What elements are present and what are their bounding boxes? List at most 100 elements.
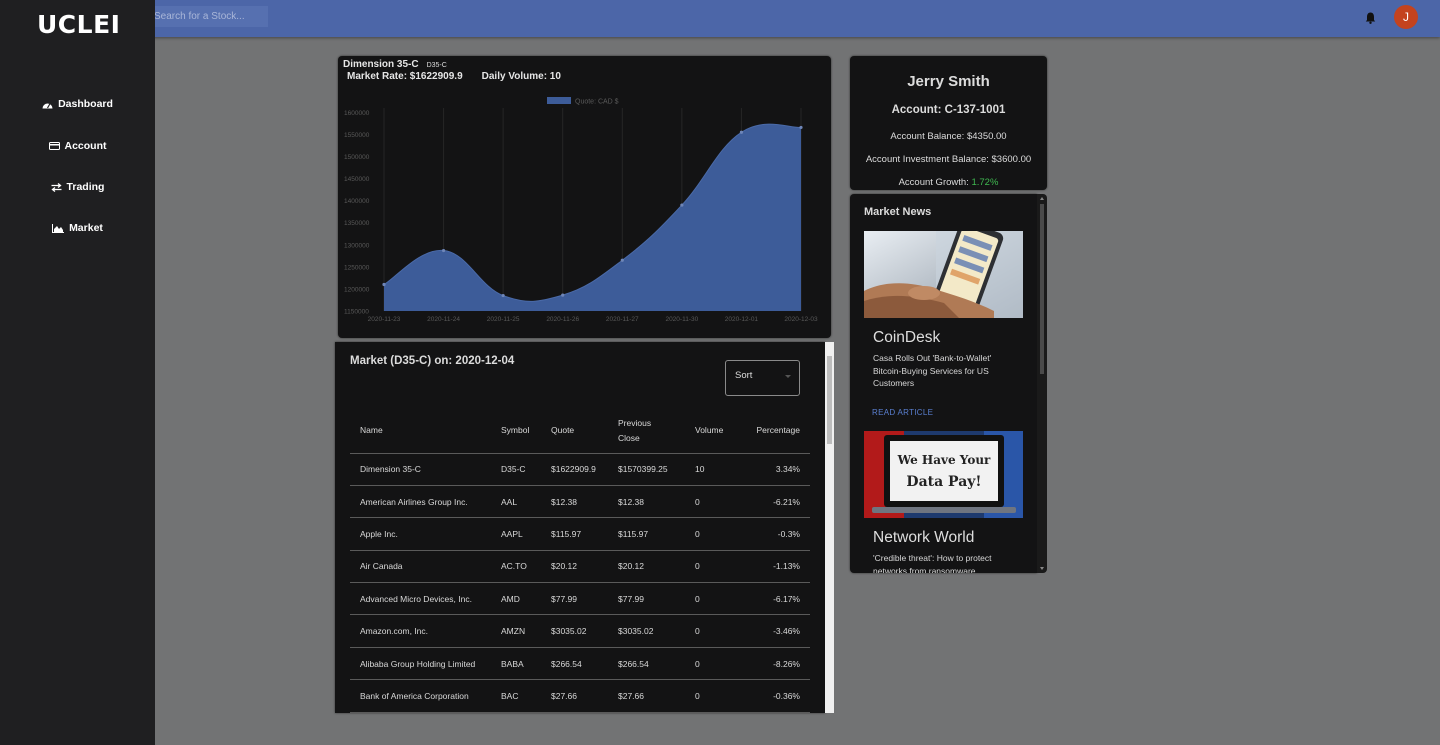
sidebar: UCLEI Dashboard Account Trading Market [0,0,155,745]
data-point [441,248,446,253]
cell-volume: 0 [695,582,745,616]
sort-select[interactable]: Sort [725,360,800,396]
x-tick-label: 2020-11-24 [427,316,460,323]
news-scrollbar[interactable] [1037,194,1047,573]
cell-name: Dimension 35-C [350,453,501,486]
cell-prev-close: $20.12 [618,550,695,584]
col-header-percentage[interactable]: Percentage [745,409,810,454]
col-header-symbol[interactable]: Symbol [501,409,551,454]
data-point [561,293,565,297]
cell-percentage: -0.3% [745,517,810,551]
cell-symbol: D35-C [501,453,551,486]
table-row[interactable]: American Airlines Group Inc. AAL $12.38 … [350,485,810,519]
col-header-name[interactable]: Name [350,409,501,454]
news-image-phone[interactable] [864,231,1023,318]
news-source: Network World [873,529,975,546]
col-header-prev-line1: Previous [618,417,652,428]
col-header-volume[interactable]: Volume [695,409,745,454]
y-tick-label: 1350000 [344,220,370,227]
news-headline: 'Credible threat': How to protect networ… [873,553,992,573]
cell-symbol: BAC [501,679,551,713]
table-row[interactable]: Air Canada AC.TO $20.12 $20.12 0 -1.13% [350,550,810,584]
table-row[interactable]: Dimension 35-C D35-C $1622909.9 $1570399… [350,453,810,486]
data-point [382,282,386,287]
app-logo: UCLEI [37,10,121,39]
market-news-title: Market News [864,206,932,218]
read-article-link[interactable]: READ ARTICLE [872,408,933,417]
market-table-title: Market (D35-C) on: 2020-12-04 [350,355,515,367]
data-point [501,293,505,298]
y-tick-label: 1400000 [344,198,370,205]
cell-quote: $115.97 [551,517,618,551]
x-tick-label: 2020-11-23 [368,316,401,323]
cell-symbol: AMD [501,582,551,616]
col-header-quote[interactable]: Quote [551,409,618,454]
cell-name: Apple Inc. [350,517,501,551]
cell-quote: $27.66 [551,679,618,713]
cell-name: American Airlines Group Inc. [350,485,501,519]
sidebar-item-trading[interactable]: Trading [0,177,155,197]
news-image-ransomware[interactable]: We Have Your Data Pay! [864,431,1023,518]
cell-symbol: AMZN [501,614,551,648]
scroll-down-icon[interactable] [1040,567,1044,570]
market-news-card: Market News CoinDesk Casa Rolls Out 'Ban… [850,194,1037,573]
sidebar-item-dashboard[interactable]: Dashboard [0,94,155,114]
cell-name: Air Canada [350,550,501,584]
table-header-row: Name Symbol Quote Previous Close Volume P… [350,409,810,454]
cell-quote: $20.12 [551,550,618,584]
account-card: Jerry Smith Account: C-137-1001 Account … [850,56,1047,190]
search-input[interactable] [150,6,268,27]
y-tick-label: 1600000 [344,110,370,117]
col-header-prev-line2: Close [618,432,640,443]
bell-icon[interactable] [1365,11,1376,29]
ransom-note-line2: Data Pay! [906,474,981,490]
scrollbar-thumb[interactable] [1040,204,1044,374]
scrollbar-thumb[interactable] [827,356,832,444]
table-row[interactable]: Alibaba Group Holding Limited BABA $266.… [350,647,810,681]
account-growth-value: 1.72% [971,177,999,188]
table-scrollbar[interactable] [825,342,834,713]
cell-percentage: -6.21% [745,485,810,519]
stock-chart-card: Dimension 35-C D35-C Market Rate: $162290… [338,56,831,338]
col-header-previous-close[interactable]: Previous Close [618,409,695,454]
sidebar-item-market[interactable]: Market [0,218,155,238]
cell-symbol: AAL [501,485,551,519]
news-source: CoinDesk [873,329,941,346]
scroll-up-icon[interactable] [1040,197,1044,200]
cell-quote: $266.54 [551,647,618,681]
account-balance: Account Balance: $4350.00 [890,131,1007,142]
y-tick-label: 1150000 [344,309,369,316]
table-row[interactable]: Apple Inc. AAPL $115.97 $115.97 0 -0.3% [350,517,810,551]
exchange-icon [50,182,62,192]
sidebar-item-account[interactable]: Account [0,136,155,156]
x-tick-label: 2020-12-01 [725,316,759,323]
table-row[interactable]: Bank of America Corporation BAC $27.66 $… [350,679,810,713]
legend-swatch [547,97,571,104]
data-point [620,258,624,262]
data-point [739,130,744,134]
cell-quote: $1622909.9 [551,453,618,486]
dashboard-icon [42,100,53,109]
table-row[interactable]: Amazon.com, Inc. AMZN $3035.02 $3035.02 … [350,614,810,648]
table-row[interactable]: Advanced Micro Devices, Inc. AMD $77.99 … [350,582,810,616]
market-table-card: Market (D35-C) on: 2020-12-04 Sort Name … [335,342,825,713]
cell-percentage: -8.26% [745,647,810,681]
account-holder-name: Jerry Smith [907,73,990,90]
cell-name: Amazon.com, Inc. [350,614,501,648]
cell-prev-close: $3035.02 [618,614,695,648]
avatar[interactable]: J [1394,5,1418,29]
cell-quote: $12.38 [551,485,618,519]
legend-label: Quote: CAD $ [575,99,619,106]
area-chart-icon [52,223,65,233]
x-tick-label: 2020-11-26 [546,316,579,323]
news-headline: Casa Rolls Out 'Bank-to-Wallet' Bitcoin-… [873,353,992,388]
cell-volume: 10 [695,453,745,486]
cell-prev-close: $12.38 [618,485,695,519]
cell-percentage: -6.17% [745,582,810,616]
cell-prev-close: $266.54 [618,647,695,681]
sidebar-item-label: Account [64,140,107,152]
data-point [680,203,684,207]
cell-volume: 0 [695,517,745,551]
x-tick-label: 2020-12-03 [784,316,818,323]
y-tick-label: 1550000 [344,132,370,139]
